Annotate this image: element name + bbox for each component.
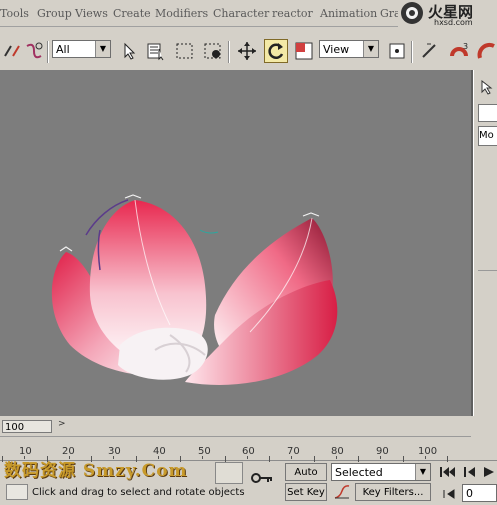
- track-tick: [135, 456, 137, 462]
- coordinate-display[interactable]: [215, 462, 243, 484]
- chevron-down-icon: ▼: [95, 41, 110, 57]
- maxscript-listener-icon[interactable]: [6, 484, 28, 500]
- key-filters-button[interactable]: Key Filters...: [355, 483, 431, 501]
- track-tick: [157, 456, 159, 459]
- modifier-list[interactable]: Mo: [478, 126, 497, 146]
- key-icon[interactable]: [250, 470, 274, 486]
- select-by-name-icon[interactable]: [144, 39, 168, 63]
- current-frame-value: 0: [466, 487, 473, 500]
- reference-coord-value: View: [323, 43, 350, 56]
- select-object-icon[interactable]: [117, 39, 141, 63]
- tick-label: 80: [331, 446, 344, 457]
- perspective-viewport[interactable]: [0, 70, 473, 416]
- current-frame-field[interactable]: 0: [462, 484, 497, 502]
- object-name-field[interactable]: [478, 104, 497, 122]
- track-tick: [246, 456, 248, 459]
- selection-filter-value: All: [56, 43, 70, 56]
- pivot-center-icon[interactable]: [385, 39, 409, 63]
- rotate-icon[interactable]: [264, 39, 288, 63]
- command-panel: Mo: [473, 70, 497, 416]
- menu-animation[interactable]: Animation: [320, 7, 377, 20]
- svg-text:3: 3: [463, 42, 468, 51]
- site-logo: 火星网 hxsd.com: [398, 0, 497, 28]
- previous-frame-icon[interactable]: [462, 464, 478, 480]
- track-tick: [113, 456, 115, 459]
- track-tick: [91, 456, 92, 462]
- track-tick: [402, 456, 404, 462]
- reference-coord-dropdown[interactable]: View ▼: [319, 40, 379, 58]
- flower-model: [51, 194, 338, 385]
- select-arrow-icon[interactable]: [477, 78, 495, 96]
- panel-divider: [478, 270, 497, 271]
- time-slider-thumb[interactable]: 100: [2, 420, 52, 433]
- track-tick: [2, 456, 3, 462]
- bind-space-warp-icon[interactable]: [22, 39, 46, 63]
- track-tick: [24, 456, 26, 459]
- rectangular-selection-icon[interactable]: [173, 39, 197, 63]
- menu-tools[interactable]: Tools: [0, 7, 29, 20]
- chevron-down-icon: ▼: [415, 464, 430, 480]
- play-icon[interactable]: [480, 464, 497, 480]
- track-tick: [424, 456, 426, 459]
- menu-character[interactable]: Character: [213, 7, 269, 20]
- set-key-button[interactable]: Set Key: [285, 483, 327, 501]
- watermark-text: 数码资源 Smzy.Com: [4, 461, 188, 481]
- go-to-start-icon[interactable]: [438, 464, 456, 480]
- auto-key-button[interactable]: Auto Key: [285, 463, 327, 496]
- track-tick: [380, 456, 382, 459]
- tick-label: 90: [376, 446, 389, 457]
- move-icon[interactable]: [235, 39, 259, 63]
- key-mode-value: Selected: [335, 466, 383, 479]
- scale-icon[interactable]: [292, 39, 316, 63]
- menu-views[interactable]: Views: [75, 7, 108, 20]
- next-frame-arrow[interactable]: >: [58, 419, 68, 433]
- time-slider[interactable]: [0, 418, 471, 434]
- menu-group[interactable]: Group: [37, 7, 72, 20]
- track-tick: [313, 456, 315, 462]
- main-toolbar: All ▼ View ▼ 3: [0, 27, 497, 71]
- tick-label: 70: [287, 446, 300, 457]
- track-tick: [291, 456, 293, 459]
- mirror-icon[interactable]: [417, 39, 441, 63]
- track-tick: [269, 456, 270, 462]
- track-tick: [46, 456, 48, 462]
- logo-subtext: hxsd.com: [434, 18, 473, 27]
- key-tangent-icon[interactable]: [332, 483, 352, 501]
- key-mode-dropdown[interactable]: Selected ▼: [331, 463, 431, 481]
- menu-create[interactable]: Create: [113, 7, 151, 20]
- menu-reactor[interactable]: reactor: [272, 7, 313, 20]
- track-tick: [224, 456, 226, 462]
- angle-snap-icon[interactable]: [475, 39, 497, 63]
- unlink-icon[interactable]: [0, 39, 24, 63]
- track-tick: [180, 456, 181, 462]
- track-tick: [358, 456, 359, 462]
- track-tick: [335, 456, 337, 459]
- tick-label: 60: [242, 446, 255, 457]
- snap-magnet-icon[interactable]: 3: [447, 39, 471, 63]
- selection-filter-dropdown[interactable]: All ▼: [52, 40, 111, 58]
- key-mode-toggle-icon[interactable]: [442, 486, 456, 500]
- chevron-down-icon: ▼: [363, 41, 378, 57]
- tick-label: 50: [198, 446, 211, 457]
- track-tick: [447, 456, 448, 462]
- prompt-line: Click and drag to select and rotate obje…: [32, 487, 245, 498]
- window-crossing-icon[interactable]: [201, 39, 225, 63]
- track-tick: [202, 456, 204, 459]
- tick-label: 100: [418, 446, 438, 457]
- menu-modifiers[interactable]: Modifiers: [155, 7, 208, 20]
- track-tick: [68, 456, 70, 459]
